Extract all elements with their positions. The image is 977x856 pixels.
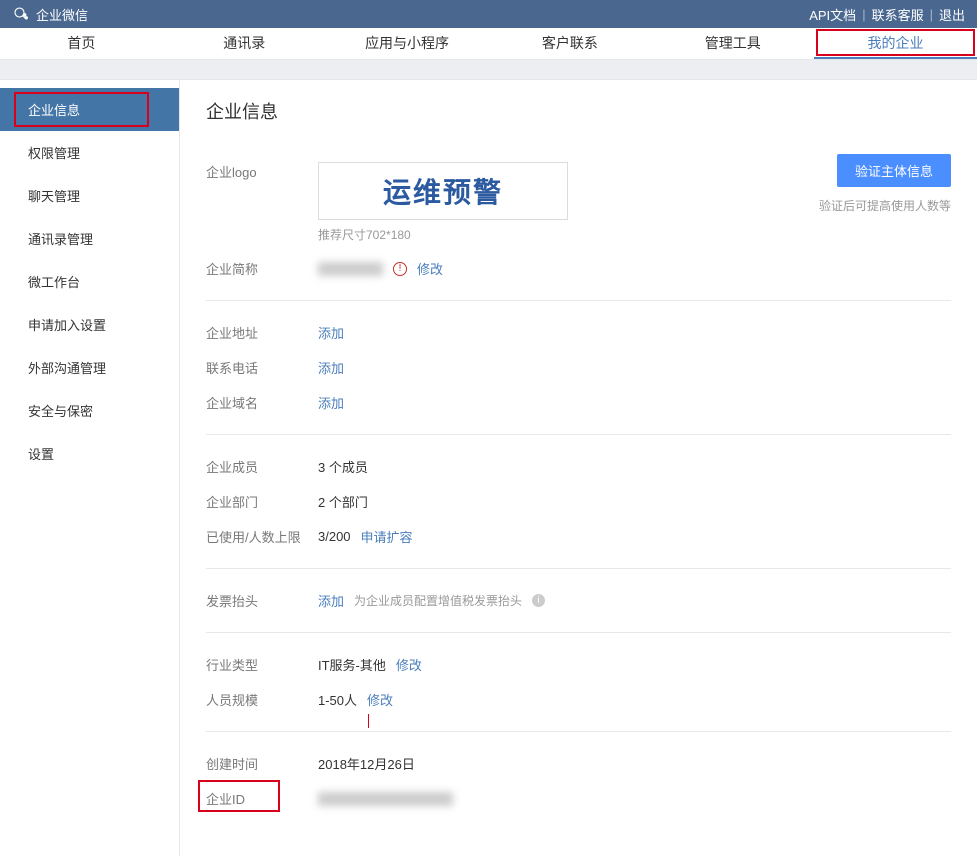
- sidebar-item-chat[interactable]: 聊天管理: [0, 174, 179, 217]
- expand-capacity-link[interactable]: 申请扩容: [361, 527, 413, 546]
- shortname-label: 企业简称: [206, 259, 318, 278]
- corpid-value-blurred: [318, 792, 453, 806]
- phone-label: 联系电话: [206, 358, 318, 377]
- verify-entity-button[interactable]: 验证主体信息: [837, 154, 951, 187]
- gray-strip: [0, 60, 977, 80]
- nav-contacts[interactable]: 通讯录: [163, 28, 326, 59]
- shortname-value-blurred: [318, 262, 383, 276]
- members-value: 3 个成员: [318, 457, 368, 476]
- used-value: 3/200: [318, 529, 351, 544]
- brand-text: 企业微信: [36, 5, 88, 24]
- warning-icon: !: [393, 262, 407, 276]
- red-tick-mark: [368, 714, 369, 728]
- created-value: 2018年12月26日: [318, 754, 415, 773]
- sidebar: 企业信息 权限管理 聊天管理 通讯录管理 微工作台 申请加入设置 外部沟通管理 …: [0, 80, 180, 856]
- sidebar-item-external-comm[interactable]: 外部沟通管理: [0, 346, 179, 389]
- page-title: 企业信息: [206, 98, 951, 124]
- domain-add-link[interactable]: 添加: [318, 393, 344, 412]
- main-nav: 首页 通讯录 应用与小程序 客户联系 管理工具 我的企业: [0, 28, 977, 60]
- scale-value: 1-50人: [318, 690, 357, 709]
- wechat-work-icon: [12, 5, 30, 23]
- used-label: 已使用/人数上限: [206, 527, 318, 546]
- shortname-modify-link[interactable]: 修改: [417, 259, 443, 278]
- invoice-add-link[interactable]: 添加: [318, 591, 344, 610]
- content: 企业信息 企业logo 运维预警 推荐尺寸702*180 企业简称 ! 修改: [180, 80, 977, 856]
- logo-size-hint: 推荐尺寸702*180: [318, 226, 568, 243]
- sidebar-item-permissions[interactable]: 权限管理: [0, 131, 179, 174]
- sidebar-item-join-settings[interactable]: 申请加入设置: [0, 303, 179, 346]
- api-doc-link[interactable]: API文档: [809, 5, 856, 24]
- nav-apps[interactable]: 应用与小程序: [326, 28, 489, 59]
- industry-modify-link[interactable]: 修改: [396, 655, 422, 674]
- address-label: 企业地址: [206, 323, 318, 342]
- invoice-label: 发票抬头: [206, 591, 318, 610]
- info-icon: i: [532, 594, 545, 607]
- top-right-links: API文档 | 联系客服 | 退出: [809, 5, 965, 24]
- sidebar-item-settings[interactable]: 设置: [0, 432, 179, 475]
- top-header: 企业微信 API文档 | 联系客服 | 退出: [0, 0, 977, 28]
- brand: 企业微信: [12, 5, 88, 24]
- nav-home[interactable]: 首页: [0, 28, 163, 59]
- sidebar-item-security[interactable]: 安全与保密: [0, 389, 179, 432]
- industry-value: IT服务-其他: [318, 655, 386, 674]
- members-label: 企业成员: [206, 457, 318, 476]
- scale-modify-link[interactable]: 修改: [367, 690, 393, 709]
- logo-box[interactable]: 运维预警: [318, 162, 568, 220]
- depts-value: 2 个部门: [318, 492, 368, 511]
- nav-customer[interactable]: 客户联系: [488, 28, 651, 59]
- nav-tools[interactable]: 管理工具: [651, 28, 814, 59]
- verify-hint: 验证后可提高使用人数等: [819, 197, 951, 214]
- scale-label: 人员规模: [206, 690, 318, 709]
- created-label: 创建时间: [206, 754, 318, 773]
- depts-label: 企业部门: [206, 492, 318, 511]
- phone-add-link[interactable]: 添加: [318, 358, 344, 377]
- industry-label: 行业类型: [206, 655, 318, 674]
- address-add-link[interactable]: 添加: [318, 323, 344, 342]
- sidebar-item-contacts-mgmt[interactable]: 通讯录管理: [0, 217, 179, 260]
- sidebar-item-micro-workbench[interactable]: 微工作台: [0, 260, 179, 303]
- domain-label: 企业域名: [206, 393, 318, 412]
- sidebar-item-enterprise-info[interactable]: 企业信息: [0, 88, 179, 131]
- invoice-hint: 为企业成员配置增值税发票抬头: [354, 592, 522, 609]
- nav-my-enterprise[interactable]: 我的企业: [814, 28, 977, 59]
- corpid-label: 企业ID: [206, 789, 318, 808]
- contact-link[interactable]: 联系客服: [872, 5, 924, 24]
- logo-label: 企业logo: [206, 162, 318, 181]
- logout-link[interactable]: 退出: [939, 5, 965, 24]
